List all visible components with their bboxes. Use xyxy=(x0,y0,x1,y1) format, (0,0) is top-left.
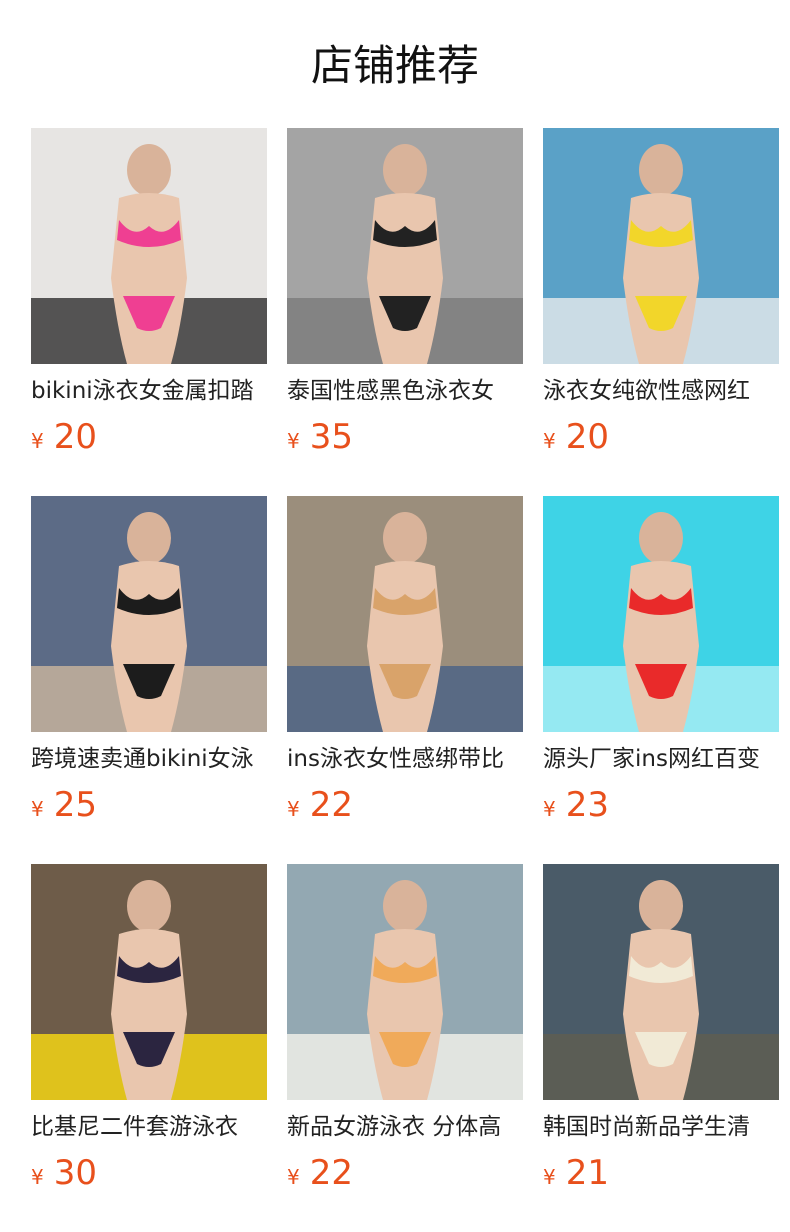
product-image[interactable] xyxy=(543,128,779,364)
product-price: ¥35 xyxy=(287,414,353,460)
product-card[interactable]: 新品女游泳衣 分体高 ¥22 xyxy=(287,864,523,1196)
price-amount: 21 xyxy=(565,1153,609,1193)
product-image[interactable] xyxy=(543,496,779,732)
product-photo xyxy=(543,496,779,732)
price-amount: 22 xyxy=(309,1153,353,1193)
product-name[interactable]: ins泳衣女性感绑带比 xyxy=(287,742,523,776)
product-price: ¥20 xyxy=(31,414,97,460)
product-price: ¥22 xyxy=(287,782,353,828)
product-photo xyxy=(31,128,267,364)
currency-symbol: ¥ xyxy=(31,797,44,821)
product-price: ¥20 xyxy=(543,414,609,460)
product-price: ¥23 xyxy=(543,782,609,828)
product-photo xyxy=(287,128,523,364)
price-amount: 25 xyxy=(53,785,97,825)
product-card[interactable]: 源头厂家ins网红百变 ¥23 xyxy=(543,496,779,828)
product-name[interactable]: 源头厂家ins网红百变 xyxy=(543,742,779,776)
currency-symbol: ¥ xyxy=(287,1165,300,1189)
product-name[interactable]: 泳衣女纯欲性感网红 xyxy=(543,374,779,408)
product-photo xyxy=(31,496,267,732)
currency-symbol: ¥ xyxy=(31,429,44,453)
product-card[interactable]: 泳衣女纯欲性感网红 ¥20 xyxy=(543,128,779,460)
price-amount: 20 xyxy=(565,417,609,457)
product-price: ¥22 xyxy=(287,1150,353,1196)
price-amount: 23 xyxy=(565,785,609,825)
product-image[interactable] xyxy=(287,128,523,364)
product-photo xyxy=(287,864,523,1100)
product-card[interactable]: 比基尼二件套游泳衣 ¥30 xyxy=(31,864,267,1196)
product-name[interactable]: 韩国时尚新品学生清 xyxy=(543,1110,779,1144)
price-amount: 35 xyxy=(309,417,353,457)
product-name[interactable]: 新品女游泳衣 分体高 xyxy=(287,1110,523,1144)
currency-symbol: ¥ xyxy=(287,797,300,821)
product-name[interactable]: 比基尼二件套游泳衣 xyxy=(31,1110,267,1144)
product-name[interactable]: 跨境速卖通bikini女泳 xyxy=(31,742,267,776)
currency-symbol: ¥ xyxy=(543,429,556,453)
product-image[interactable] xyxy=(31,864,267,1100)
price-amount: 30 xyxy=(53,1153,97,1193)
product-card[interactable]: 跨境速卖通bikini女泳 ¥25 xyxy=(31,496,267,828)
product-card[interactable]: 泰国性感黑色泳衣女 ¥35 xyxy=(287,128,523,460)
price-amount: 22 xyxy=(309,785,353,825)
product-price: ¥30 xyxy=(31,1150,97,1196)
product-name[interactable]: bikini泳衣女金属扣踏 xyxy=(31,374,267,408)
price-amount: 20 xyxy=(53,417,97,457)
product-price: ¥21 xyxy=(543,1150,609,1196)
product-image[interactable] xyxy=(287,864,523,1100)
product-name[interactable]: 泰国性感黑色泳衣女 xyxy=(287,374,523,408)
product-photo xyxy=(543,128,779,364)
product-image[interactable] xyxy=(543,864,779,1100)
product-card[interactable]: bikini泳衣女金属扣踏 ¥20 xyxy=(31,128,267,460)
currency-symbol: ¥ xyxy=(287,429,300,453)
currency-symbol: ¥ xyxy=(543,797,556,821)
product-photo xyxy=(543,864,779,1100)
product-image[interactable] xyxy=(287,496,523,732)
product-photo xyxy=(287,496,523,732)
product-image[interactable] xyxy=(31,128,267,364)
currency-symbol: ¥ xyxy=(31,1165,44,1189)
section-title: 店铺推荐 xyxy=(310,41,479,90)
currency-symbol: ¥ xyxy=(543,1165,556,1189)
product-photo xyxy=(31,864,267,1100)
product-image[interactable] xyxy=(31,496,267,732)
product-card[interactable]: 韩国时尚新品学生清 ¥21 xyxy=(543,864,779,1196)
product-price: ¥25 xyxy=(31,782,97,828)
product-card[interactable]: ins泳衣女性感绑带比 ¥22 xyxy=(287,496,523,828)
